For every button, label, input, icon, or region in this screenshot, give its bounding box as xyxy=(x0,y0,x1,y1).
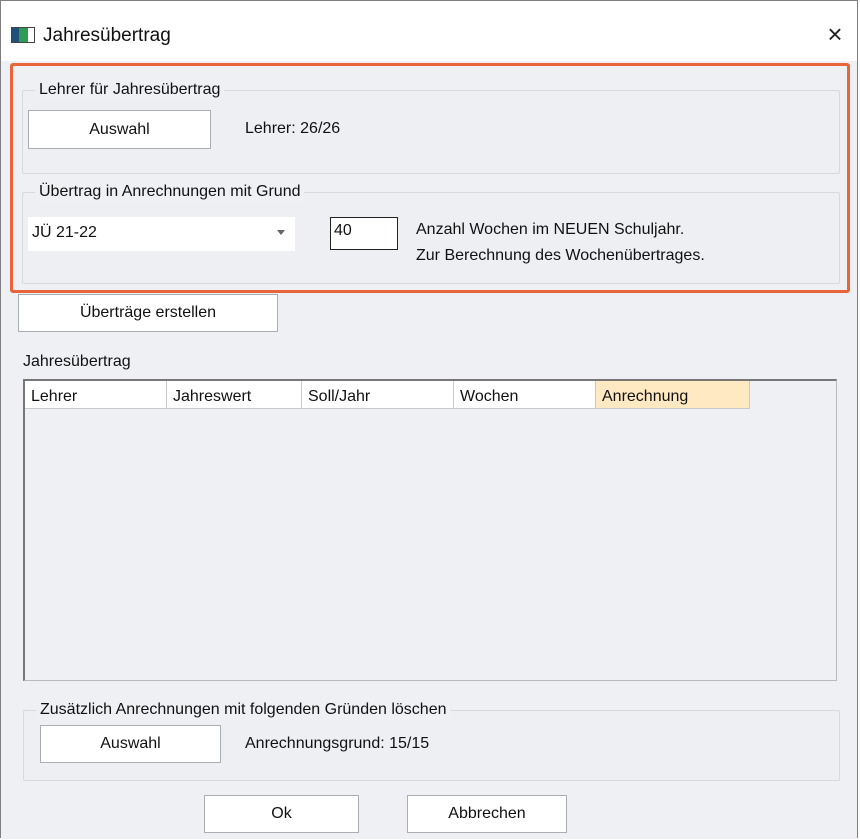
column-header-lehrer[interactable]: Lehrer xyxy=(25,381,167,409)
cancel-button[interactable]: Abbrechen xyxy=(407,795,567,833)
highlight-frame xyxy=(10,63,850,293)
transfer-table[interactable]: Lehrer Jahreswert Soll/Jahr Wochen Anrec… xyxy=(23,379,837,681)
column-header-wochen[interactable]: Wochen xyxy=(454,381,596,409)
title-bar: Jahresübertrag × xyxy=(1,1,857,61)
dialog-window: Jahresübertrag × Lehrer für Jahresübertr… xyxy=(0,0,858,839)
delete-reasons-select-button[interactable]: Auswahl xyxy=(40,725,221,763)
reasons-count-label: Anrechnungsgrund: 15/15 xyxy=(245,735,430,752)
column-header-jahreswert[interactable]: Jahreswert xyxy=(167,381,302,409)
column-header-anrechnung[interactable]: Anrechnung xyxy=(596,381,750,409)
table-title: Jahresübertrag xyxy=(23,353,131,370)
create-transfers-button[interactable]: Überträge erstellen xyxy=(18,294,278,332)
delete-group-title: Zusätzlich Anrechnungen mit folgenden Gr… xyxy=(36,700,451,720)
app-icon xyxy=(11,27,35,43)
close-icon[interactable]: × xyxy=(813,15,857,53)
column-header-soll-jahr[interactable]: Soll/Jahr xyxy=(302,381,454,409)
ok-button[interactable]: Ok xyxy=(204,795,359,833)
window-title: Jahresübertrag xyxy=(43,25,171,46)
